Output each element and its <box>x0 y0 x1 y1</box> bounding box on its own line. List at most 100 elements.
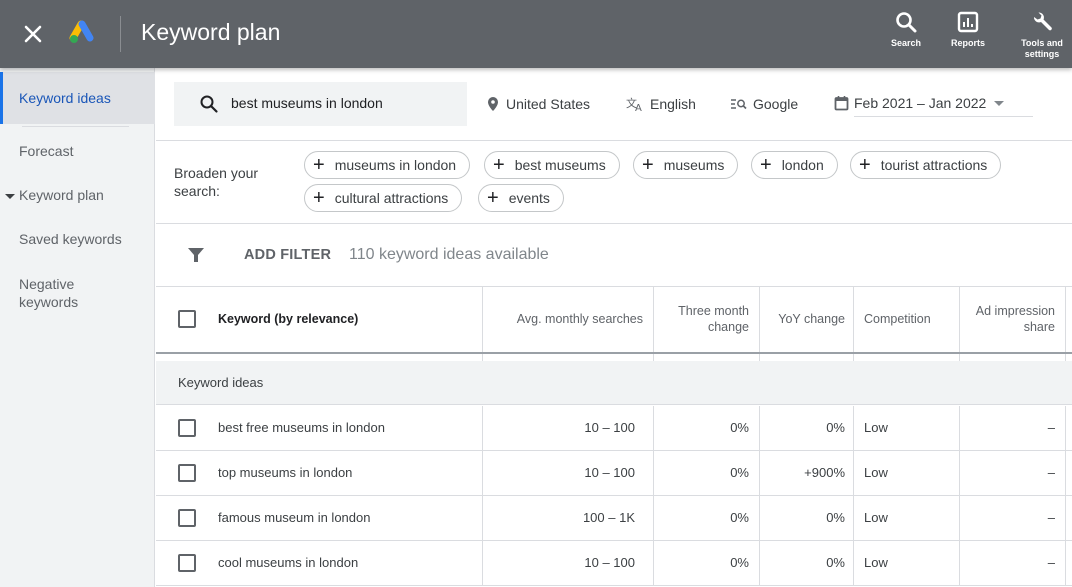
column-divider <box>482 354 483 361</box>
sidebar-item-label: Saved keywords <box>19 231 122 247</box>
table-row[interactable]: famous museum in london 100 – 1K 0% 0% L… <box>156 496 1072 541</box>
add-filter-button[interactable]: ADD FILTER <box>244 247 331 263</box>
plus-icon: + <box>859 154 871 176</box>
avg-searches-cell: 10 – 100 <box>483 451 654 495</box>
search-action-button[interactable]: Search <box>876 10 936 49</box>
location-value: United States <box>506 96 591 112</box>
keyword-cell: cool museums in london <box>156 541 483 585</box>
broaden-chip[interactable]: + best museums <box>484 151 620 179</box>
chip-label: museums in london <box>334 157 457 173</box>
keyword-text: best free museums in london <box>218 420 385 435</box>
tools-settings-label-line1: Tools and <box>1021 38 1063 48</box>
search-value: best museums in london <box>231 95 383 111</box>
row-checkbox[interactable] <box>178 464 196 482</box>
broaden-chip[interactable]: + events <box>478 184 564 212</box>
sidebar-item-label: Forecast <box>19 143 74 159</box>
competition-cell: Low <box>854 451 960 495</box>
column-header-avg-monthly-searches[interactable]: Avg. monthly searches <box>483 286 654 352</box>
sidebar-item-label: Keyword ideas <box>19 90 111 106</box>
broaden-chip[interactable]: + tourist attractions <box>850 151 1002 179</box>
column-label-line2: change <box>707 320 749 334</box>
select-all-checkbox[interactable] <box>178 310 196 328</box>
main-content: best museums in london United States 文A … <box>156 68 1072 587</box>
ad-impression-share-cell: – <box>960 496 1066 540</box>
yoy-change-cell: 0% <box>760 406 854 450</box>
keyword-search-input[interactable]: best museums in london <box>174 82 467 126</box>
date-range-selector[interactable]: Feb 2021 – Jan 2022 <box>834 93 1033 117</box>
broaden-chip[interactable]: + cultural attractions <box>304 184 463 212</box>
competition-cell: Low <box>854 541 960 585</box>
divider <box>156 140 1072 141</box>
sidebar-item-negative-keywords[interactable]: Negative keywords <box>0 275 155 311</box>
column-label: Competition <box>864 312 931 326</box>
avg-searches-cell: 10 – 100 <box>483 406 654 450</box>
broaden-chip[interactable]: + london <box>751 151 838 179</box>
row-checkbox[interactable] <box>178 419 196 437</box>
plus-icon: + <box>313 154 325 176</box>
page-title: Keyword plan <box>141 19 281 45</box>
column-label: Avg. monthly searches <box>516 312 643 326</box>
reports-action-label: Reports <box>950 38 985 48</box>
table-row[interactable]: top museums in london 10 – 100 0% +900% … <box>156 451 1072 496</box>
divider <box>156 223 1072 224</box>
sidebar-item-saved-keywords[interactable]: Saved keywords <box>0 231 155 247</box>
filter-icon <box>188 248 204 262</box>
competition-cell: Low <box>854 496 960 540</box>
table-row[interactable]: best free museums in london 10 – 100 0% … <box>156 406 1072 451</box>
location-pin-icon <box>488 97 498 111</box>
date-range-value: Feb 2021 – Jan 2022 <box>854 95 987 111</box>
broaden-chip[interactable]: + museums <box>633 151 739 179</box>
yoy-change-cell: 0% <box>760 496 854 540</box>
translate-icon: 文A <box>626 96 642 112</box>
chip-label: events <box>508 190 550 206</box>
chip-label: london <box>781 157 824 173</box>
row-checkbox[interactable] <box>178 554 196 572</box>
plus-icon: + <box>313 187 325 209</box>
column-header-keyword[interactable]: Keyword (by relevance) <box>156 286 483 352</box>
sidebar-item-keyword-plan[interactable]: Keyword plan <box>0 187 155 203</box>
three-month-change-cell: 0% <box>654 541 760 585</box>
sidebar-item-label-line1: Negative <box>19 276 75 292</box>
column-label-line1: Ad impression <box>975 304 1055 318</box>
plus-icon: + <box>642 154 654 176</box>
sidebar-item-keyword-ideas[interactable]: Keyword ideas <box>0 72 155 124</box>
keyword-text: cool museums in london <box>218 555 359 570</box>
tools-settings-action-button[interactable]: Tools and settings <box>1012 10 1072 60</box>
chip-label: cultural attractions <box>334 190 449 206</box>
location-selector[interactable]: United States <box>486 96 590 112</box>
column-header-ad-impression-share[interactable]: Ad impression share <box>960 286 1066 352</box>
column-divider <box>653 354 654 361</box>
sidebar-item-label: Keyword plan <box>19 187 104 203</box>
column-label-line1: Three month <box>678 304 749 318</box>
network-selector[interactable]: Google <box>730 96 798 112</box>
filter-button[interactable] <box>187 246 205 269</box>
column-label-line2: share <box>1023 320 1055 334</box>
row-checkbox[interactable] <box>178 509 196 527</box>
date-underline <box>854 116 1033 117</box>
search-action-label: Search <box>890 38 922 48</box>
plus-icon: + <box>493 154 505 176</box>
column-divider <box>959 354 960 361</box>
column-header-competition[interactable]: Competition <box>854 286 960 352</box>
search-icon <box>200 95 218 113</box>
column-label: Keyword (by relevance) <box>218 312 359 326</box>
close-button[interactable] <box>20 21 46 47</box>
search-network-icon <box>731 99 747 110</box>
broaden-chip[interactable]: + museums in london <box>304 151 471 179</box>
reports-icon <box>957 11 979 33</box>
calendar-icon <box>834 96 849 111</box>
keyword-ideas-count: 110 keyword ideas available <box>349 246 549 263</box>
language-selector[interactable]: 文A English <box>626 96 696 112</box>
google-ads-logo[interactable] <box>68 20 96 46</box>
column-header-yoy-change[interactable]: YoY change <box>760 286 854 352</box>
yoy-change-cell: 0% <box>760 541 854 585</box>
reports-action-button[interactable]: Reports <box>938 10 998 49</box>
table-row[interactable]: cool museums in london 10 – 100 0% 0% Lo… <box>156 541 1072 586</box>
three-month-change-cell: 0% <box>654 496 760 540</box>
chip-label: museums <box>663 157 725 173</box>
ad-impression-share-cell: – <box>960 541 1066 585</box>
broaden-label-line2: search: <box>174 183 220 199</box>
sidebar-item-forecast[interactable]: Forecast <box>0 143 155 159</box>
column-header-three-month-change[interactable]: Three month change <box>654 286 760 352</box>
close-icon <box>24 25 42 43</box>
